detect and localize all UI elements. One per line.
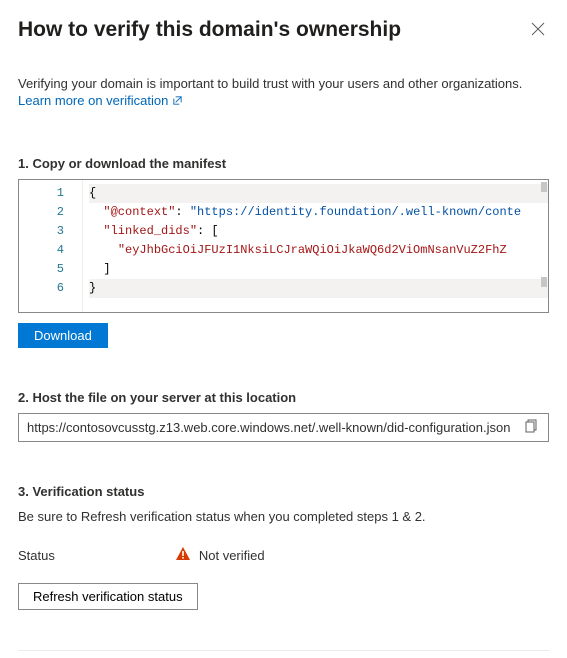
code-token: ] bbox=[103, 262, 110, 276]
line-number: 3 bbox=[19, 222, 64, 241]
code-token: } bbox=[89, 281, 96, 295]
line-number: 2 bbox=[19, 203, 64, 222]
line-number: 6 bbox=[19, 279, 64, 298]
status-value: Not verified bbox=[199, 548, 265, 563]
line-number: 5 bbox=[19, 260, 64, 279]
code-token: "linked_dids" bbox=[103, 224, 197, 238]
code-token: : [ bbox=[197, 224, 219, 238]
copy-icon[interactable] bbox=[523, 419, 540, 436]
warning-icon bbox=[175, 546, 191, 565]
download-button[interactable]: Download bbox=[18, 323, 108, 348]
external-link-icon bbox=[172, 95, 183, 106]
step1-title: 1. Copy or download the manifest bbox=[18, 156, 549, 171]
step3-title: 3. Verification status bbox=[18, 484, 549, 499]
learn-more-link[interactable]: Learn more on verification bbox=[18, 93, 183, 108]
code-scrollbar[interactable] bbox=[536, 180, 548, 312]
code-token: "https://identity.foundation/.well-known… bbox=[190, 205, 521, 219]
code-gutter: 1 2 3 4 5 6 bbox=[19, 180, 83, 312]
divider bbox=[18, 650, 549, 651]
refresh-status-button[interactable]: Refresh verification status bbox=[18, 583, 198, 610]
code-token: { bbox=[89, 186, 96, 200]
status-label: Status bbox=[18, 548, 55, 563]
learn-more-label: Learn more on verification bbox=[18, 93, 168, 108]
code-token: "eyJhbGciOiJFUzI1NksiLCJraWQiOiJkaWQ6d2V… bbox=[118, 243, 507, 257]
page-title: How to verify this domain's ownership bbox=[18, 18, 401, 42]
host-url-field[interactable]: https://contosovcusstg.z13.web.core.wind… bbox=[18, 413, 549, 442]
intro-text: Verifying your domain is important to bu… bbox=[18, 76, 522, 91]
status-description: Be sure to Refresh verification status w… bbox=[18, 509, 549, 524]
host-url-text: https://contosovcusstg.z13.web.core.wind… bbox=[27, 420, 523, 435]
step2-title: 2. Host the file on your server at this … bbox=[18, 390, 549, 405]
close-icon[interactable] bbox=[527, 18, 549, 43]
code-content: { "@context": "https://identity.foundati… bbox=[83, 180, 548, 312]
code-token: "@context" bbox=[103, 205, 175, 219]
manifest-code-box[interactable]: 1 2 3 4 5 6 { "@context": "https://ident… bbox=[18, 179, 549, 313]
code-token: : bbox=[175, 205, 189, 219]
line-number: 1 bbox=[19, 184, 64, 203]
line-number: 4 bbox=[19, 241, 64, 260]
status-badge: Not verified bbox=[175, 546, 265, 565]
